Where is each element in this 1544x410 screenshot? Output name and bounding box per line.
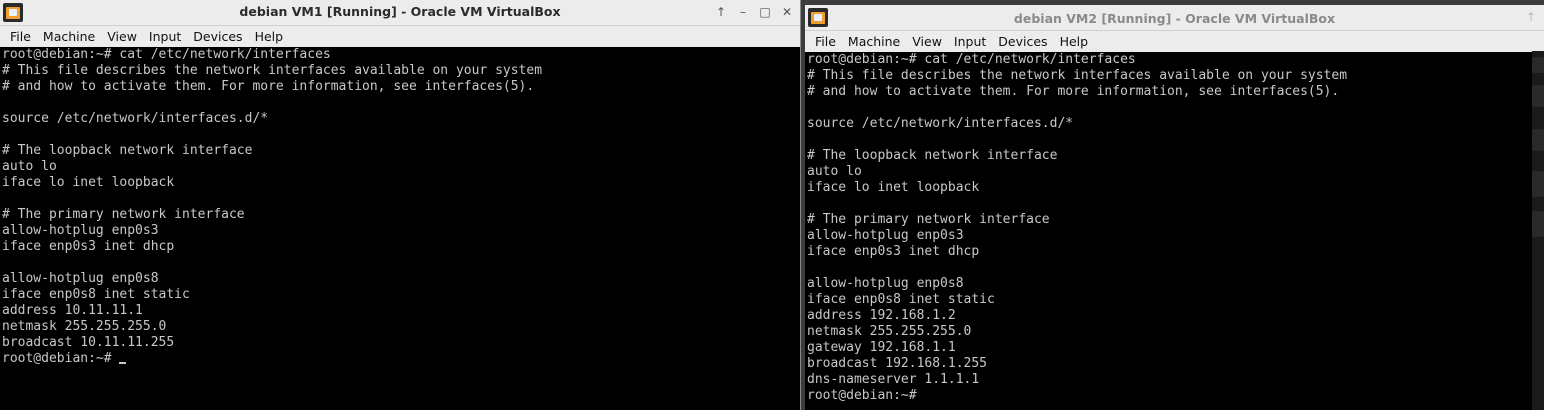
terminal-prompt[interactable]: root@debian:~# (2, 351, 119, 366)
terminal-line: gateway 192.168.1.1 (807, 340, 956, 355)
menu-input[interactable]: Input (143, 26, 187, 47)
terminal-line: broadcast 192.168.1.255 (807, 356, 988, 371)
minimize-icon[interactable]: – (736, 4, 750, 20)
terminal-line: root@debian:~# cat /etc/network/interfac… (2, 47, 331, 62)
menu-view[interactable]: View (101, 26, 143, 47)
terminal-line: # The loopback network interface (2, 143, 253, 158)
keep-above-icon[interactable]: ↑ (714, 4, 728, 20)
terminal-line: allow-hotplug enp0s3 (807, 228, 964, 243)
terminal-line: source /etc/network/interfaces.d/* (2, 111, 269, 126)
menu-help[interactable]: Help (1054, 31, 1095, 52)
vm2-titlebar[interactable]: debian VM2 [Running] - Oracle VM Virtual… (805, 5, 1544, 31)
vm1-titlebar[interactable]: debian VM1 [Running] - Oracle VM Virtual… (0, 0, 800, 26)
terminal-line: iface enp0s8 inet static (2, 287, 190, 302)
terminal-line: # and how to activate them. For more inf… (2, 79, 535, 94)
maximize-icon[interactable]: □ (758, 4, 772, 20)
vm1-window[interactable]: debian VM1 [Running] - Oracle VM Virtual… (0, 0, 801, 410)
desktop-icon (1532, 85, 1544, 107)
terminal-line: allow-hotplug enp0s8 (2, 271, 159, 286)
menu-view[interactable]: View (906, 31, 948, 52)
terminal-line: root@debian:~# cat /etc/network/interfac… (807, 52, 1136, 67)
vm2-window-title: debian VM2 [Running] - Oracle VM Virtual… (1013, 11, 1336, 26)
terminal-line: netmask 255.255.255.0 (807, 324, 972, 339)
desktop-icon (1532, 129, 1544, 151)
menu-devices[interactable]: Devices (187, 26, 248, 47)
terminal-line: allow-hotplug enp0s3 (2, 223, 159, 238)
terminal-line: auto lo (807, 164, 862, 179)
menu-file[interactable]: File (4, 26, 37, 47)
menu-machine[interactable]: Machine (842, 31, 906, 52)
terminal-prompt[interactable]: root@debian:~# (807, 388, 917, 403)
terminal-line: allow-hotplug enp0s8 (807, 276, 964, 291)
menu-devices[interactable]: Devices (992, 31, 1053, 52)
terminal-line: iface lo inet loopback (807, 180, 980, 195)
menu-machine[interactable]: Machine (37, 26, 101, 47)
terminal-line: auto lo (2, 159, 57, 174)
desktop-edge-strip (1532, 51, 1544, 410)
vm1-terminal: root@debian:~# cat /etc/network/interfac… (0, 47, 800, 367)
terminal-line: # and how to activate them. For more inf… (807, 84, 1340, 99)
menu-help[interactable]: Help (249, 26, 290, 47)
text-cursor (119, 362, 127, 364)
vm2-menubar: File Machine View Input Devices Help (805, 31, 1544, 53)
vm2-window[interactable]: debian VM2 [Running] - Oracle VM Virtual… (805, 5, 1544, 410)
terminal-line: # The primary network interface (807, 212, 1050, 227)
terminal-line: iface enp0s8 inet static (807, 292, 995, 307)
terminal-line: source /etc/network/interfaces.d/* (807, 116, 1074, 131)
terminal-line: broadcast 10.11.11.255 (2, 335, 175, 350)
vm1-window-title: debian VM1 [Running] - Oracle VM Virtual… (239, 4, 561, 19)
vm1-window-controls: ↑ – □ ✕ (714, 4, 794, 20)
terminal-line: iface lo inet loopback (2, 175, 175, 190)
vm2-terminal: root@debian:~# cat /etc/network/interfac… (805, 52, 1544, 404)
terminal-line: dns-nameserver 1.1.1.1 (807, 372, 980, 387)
terminal-line: netmask 255.255.255.0 (2, 319, 167, 334)
menu-input[interactable]: Input (948, 31, 992, 52)
terminal-line: # This file describes the network interf… (807, 68, 1348, 83)
terminal-line: # This file describes the network interf… (2, 63, 543, 78)
terminal-line: address 10.11.11.1 (2, 303, 143, 318)
desktop-icon (1532, 211, 1544, 237)
terminal-line: # The primary network interface (2, 207, 245, 222)
vm1-menubar: File Machine View Input Devices Help (0, 26, 800, 48)
desktop-icon (1532, 171, 1544, 197)
vm2-console-screen[interactable]: root@debian:~# cat /etc/network/interfac… (805, 52, 1544, 410)
terminal-line: iface enp0s3 inet dhcp (2, 239, 175, 254)
vm2-window-controls: ↑ (1524, 9, 1538, 25)
keep-above-icon[interactable]: ↑ (1524, 9, 1538, 25)
vm1-console-screen[interactable]: root@debian:~# cat /etc/network/interfac… (0, 47, 800, 410)
menu-file[interactable]: File (809, 31, 842, 52)
terminal-line: iface enp0s3 inet dhcp (807, 244, 980, 259)
terminal-line: address 192.168.1.2 (807, 308, 956, 323)
terminal-line: # The loopback network interface (807, 148, 1058, 163)
desktop-icon (1532, 57, 1544, 73)
close-icon[interactable]: ✕ (780, 4, 794, 20)
